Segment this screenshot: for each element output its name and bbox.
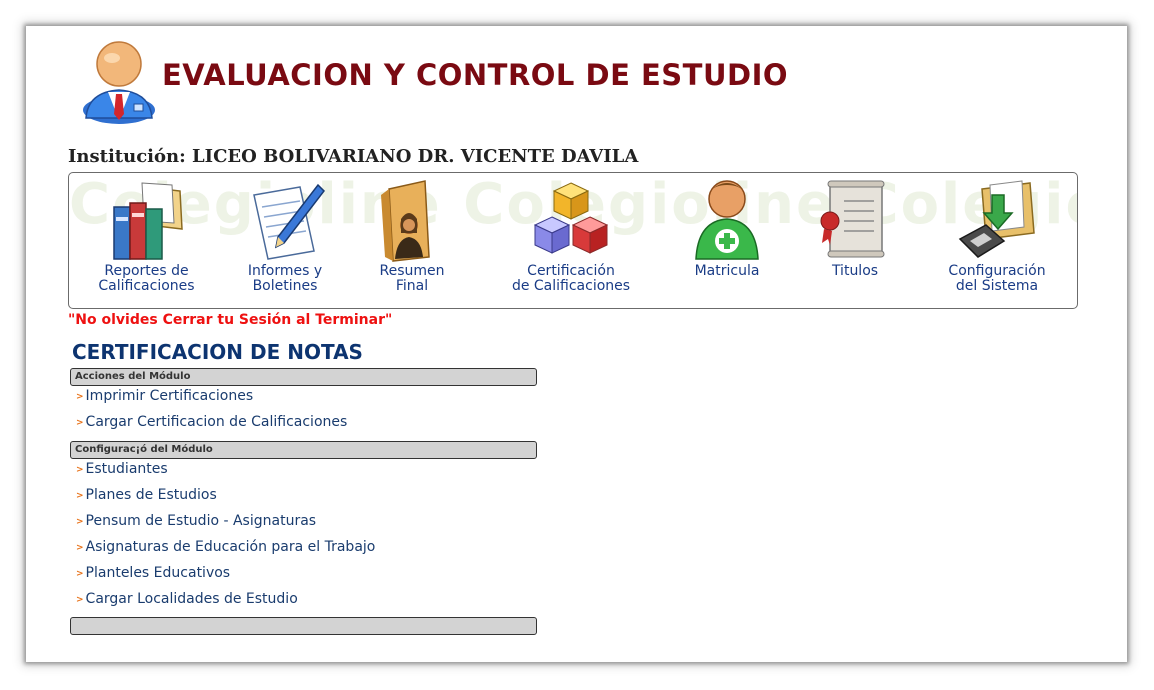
link-label: Imprimir Certificaciones	[85, 388, 254, 404]
arrow-icon: >	[76, 543, 84, 553]
toolbar-item-label: Resumen Final	[379, 263, 445, 294]
toolbar-item-reportes[interactable]: Reportes de Calificaciones	[89, 173, 204, 308]
link-localidades[interactable]: > Cargar Localidades de Estudio	[76, 591, 298, 607]
app-window: EVALUACION Y CONTROL DE ESTUDIO Instituc…	[26, 26, 1127, 662]
module-title: CERTIFICACION DE NOTAS	[72, 340, 363, 364]
toolbar-item-resumen[interactable]: Resumen Final	[362, 173, 462, 308]
toolbar-item-certificacion[interactable]: Certificación de Calificaciones	[501, 173, 641, 308]
toolbar-item-informes[interactable]: Informes y Boletines	[229, 173, 341, 308]
institution-label: Institución: LICEO BOLIVARIANO DR. VICEN…	[68, 146, 639, 167]
link-estudiantes[interactable]: > Estudiantes	[76, 461, 168, 477]
link-planteles[interactable]: > Planteles Educativos	[76, 565, 230, 581]
arrow-icon: >	[76, 465, 84, 475]
arrow-icon: >	[76, 418, 84, 428]
toolbar-item-label: Titulos	[831, 263, 879, 279]
toolbar-item-label: Informes y Boletines	[247, 263, 323, 294]
toolbar-item-label: Configuración del Sistema	[948, 263, 1046, 294]
folder-person-icon	[381, 180, 430, 262]
arrow-icon: >	[76, 569, 84, 579]
notepad-pen-icon	[253, 183, 325, 260]
link-label: Estudiantes	[85, 461, 168, 477]
main-toolbar: Colegioline Colegioline Colegio Reportes…	[68, 172, 1078, 309]
books-icon	[112, 182, 183, 260]
link-label: Asignaturas de Educación para el Trabajo	[85, 539, 376, 555]
link-imprimir-certificaciones[interactable]: > Imprimir Certificaciones	[76, 388, 253, 404]
logout-warning: "No olvides Cerrar tu Sesión al Terminar…	[68, 312, 393, 328]
cubes-icon	[533, 182, 609, 254]
link-cargar-certificacion[interactable]: > Cargar Certificacion de Calificaciones	[76, 414, 347, 430]
toolbar-item-label: Certificación de Calificaciones	[511, 263, 631, 294]
page-title: EVALUACION Y CONTROL DE ESTUDIO	[162, 58, 789, 92]
link-label: Planteles Educativos	[85, 565, 231, 581]
link-pensum[interactable]: > Pensum de Estudio - Asignaturas	[76, 513, 316, 529]
user-add-icon	[695, 180, 759, 260]
link-label: Cargar Localidades de Estudio	[85, 591, 298, 607]
user-logo-icon	[83, 41, 155, 124]
link-label: Cargar Certificacion de Calificaciones	[85, 414, 348, 430]
arrow-icon: >	[76, 392, 84, 402]
toolbar-item-matricula[interactable]: Matricula	[681, 173, 773, 308]
actions-header: Acciones del Módulo	[70, 368, 537, 386]
arrow-icon: >	[76, 517, 84, 527]
link-planes-estudios[interactable]: > Planes de Estudios	[76, 487, 217, 503]
folder-disk-icon	[958, 180, 1035, 258]
link-asignaturas-trabajo[interactable]: > Asignaturas de Educación para el Trabaj…	[76, 539, 375, 555]
toolbar-item-configuracion[interactable]: Configuración del Sistema	[937, 173, 1057, 308]
diploma-icon	[820, 180, 885, 258]
toolbar-item-titulos[interactable]: Titulos	[809, 173, 901, 308]
config-header: Configurac¡ó del Módulo	[70, 441, 537, 459]
link-label: Planes de Estudios	[85, 487, 217, 503]
footer-bar	[70, 617, 537, 635]
link-label: Pensum de Estudio - Asignaturas	[85, 513, 317, 529]
toolbar-item-label: Matricula	[694, 263, 760, 279]
arrow-icon: >	[76, 595, 84, 605]
toolbar-item-label: Reportes de Calificaciones	[98, 263, 195, 294]
arrow-icon: >	[76, 491, 84, 501]
